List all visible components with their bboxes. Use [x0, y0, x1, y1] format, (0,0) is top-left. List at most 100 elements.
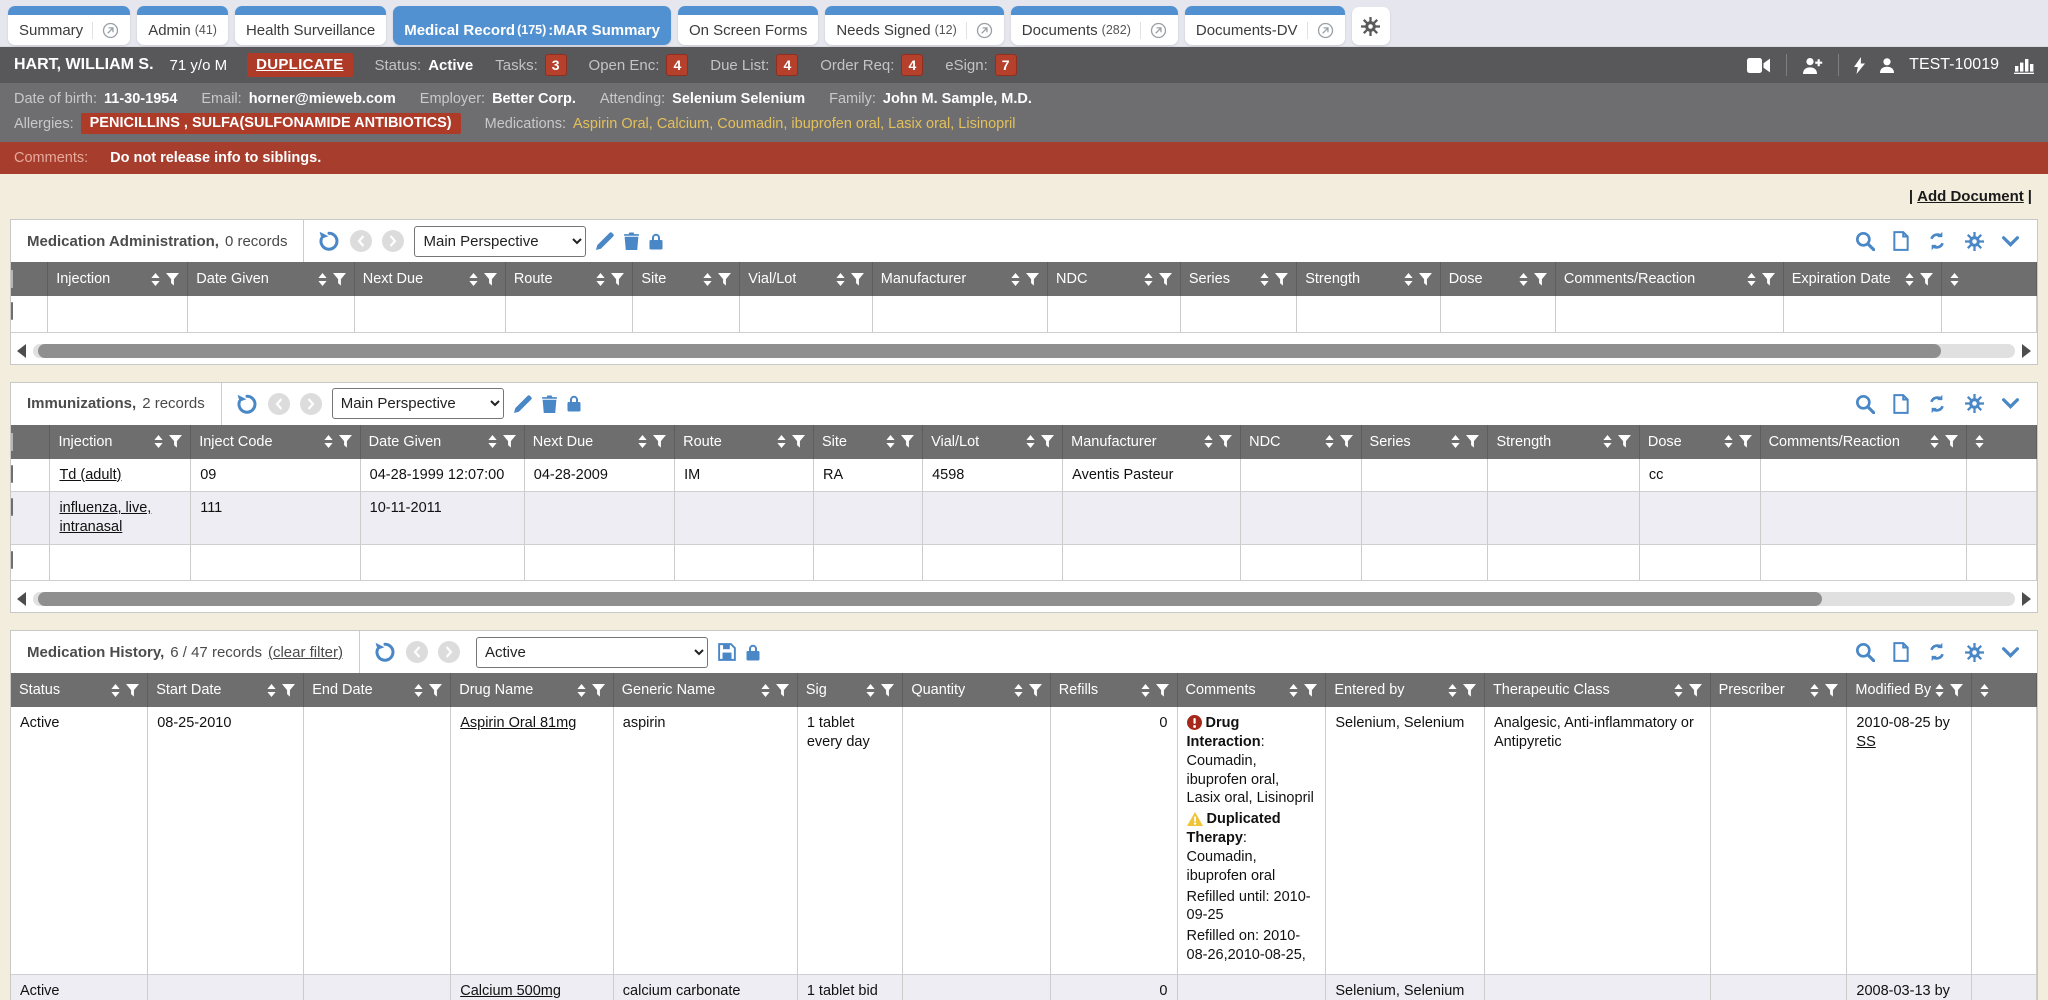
filter-icon[interactable] [1762, 273, 1775, 286]
filter-icon[interactable] [1689, 684, 1702, 697]
filter-icon[interactable] [282, 684, 295, 697]
column-header-refills[interactable]: Refills [1050, 673, 1177, 707]
row-checkbox[interactable] [11, 551, 13, 569]
prev-page-icon[interactable] [350, 230, 372, 252]
filter-icon[interactable] [333, 273, 346, 286]
sort-icon[interactable] [1603, 435, 1612, 448]
filter-icon[interactable] [1304, 684, 1317, 697]
column-header-date-given[interactable]: Date Given [360, 425, 524, 459]
email-value[interactable]: horner@mieweb.com [249, 91, 396, 107]
filter-icon[interactable] [429, 684, 442, 697]
video-camera-icon[interactable] [1747, 58, 1771, 73]
column-header-manufacturer[interactable]: Manufacturer [1063, 425, 1241, 459]
sort-icon[interactable] [1810, 684, 1819, 697]
column-header-dose[interactable]: Dose [1440, 262, 1555, 296]
gear-icon[interactable] [1965, 232, 1984, 251]
column-header-dose[interactable]: Dose [1639, 425, 1760, 459]
lock-icon[interactable] [649, 233, 663, 250]
column-header-vial-lot[interactable]: Vial/Lot [740, 262, 872, 296]
undo-icon[interactable] [236, 393, 258, 415]
filter-icon[interactable] [1275, 273, 1288, 286]
tab-needs-signed[interactable]: Needs Signed(12) [825, 6, 1003, 45]
medication-item[interactable]: ibuprofen oral [791, 116, 880, 132]
tab-admin[interactable]: Admin(41) [137, 6, 228, 45]
sort-icon[interactable] [488, 435, 497, 448]
column-header-ndc[interactable]: NDC [1241, 425, 1361, 459]
add-person-icon[interactable] [1802, 57, 1823, 74]
filter-icon[interactable] [1534, 273, 1547, 286]
tab-on-screen-forms[interactable]: On Screen Forms [678, 6, 818, 45]
filter-icon[interactable] [503, 435, 516, 448]
scroll-right-arrow[interactable] [2022, 344, 2031, 358]
collapse-chevron-icon[interactable] [2002, 647, 2019, 658]
filter-icon[interactable] [484, 273, 497, 286]
column-header-manufacturer[interactable]: Manufacturer [872, 262, 1047, 296]
column-header-generic-name[interactable]: Generic Name [613, 673, 797, 707]
filter-icon[interactable] [1825, 684, 1838, 697]
popup-window-icon[interactable] [92, 22, 119, 39]
add-document-link[interactable]: Add Document [1917, 188, 2024, 205]
tab-health-surveillance[interactable]: Health Surveillance [235, 6, 386, 45]
filter-icon[interactable] [126, 684, 139, 697]
scrollbar-track[interactable] [33, 592, 2015, 606]
column-header-status[interactable]: Status [11, 673, 148, 707]
sort-icon[interactable] [1724, 435, 1733, 448]
esign-count-badge[interactable]: 7 [995, 54, 1017, 76]
perspective-select[interactable]: Main Perspective [332, 388, 504, 419]
medication-item[interactable]: Coumadin [717, 116, 783, 132]
sort-icon[interactable] [1519, 273, 1528, 286]
popup-window-icon[interactable] [966, 22, 993, 39]
document-icon[interactable] [1893, 231, 1909, 251]
sort-icon[interactable] [777, 435, 786, 448]
collapse-chevron-icon[interactable] [2002, 398, 2019, 409]
filter-icon[interactable] [1920, 273, 1933, 286]
scrollbar-thumb[interactable] [38, 344, 1941, 358]
column-header-route[interactable]: Route [675, 425, 814, 459]
select-all-header[interactable] [11, 262, 48, 296]
filter-icon[interactable] [1618, 435, 1631, 448]
trash-icon[interactable] [542, 395, 557, 413]
column-header-site[interactable]: Site [813, 425, 922, 459]
column-header-injection[interactable]: Injection [48, 262, 188, 296]
gear-icon[interactable] [1965, 643, 1984, 662]
gear-icon[interactable] [1965, 394, 1984, 413]
injection-link[interactable]: influenza, live, intranasal [59, 500, 151, 535]
column-header-inject-code[interactable]: Inject Code [191, 425, 360, 459]
sort-icon[interactable] [151, 273, 160, 286]
save-floppy-icon[interactable] [718, 643, 736, 661]
due-list-count-badge[interactable]: 4 [776, 54, 798, 76]
order-req-count-badge[interactable]: 4 [901, 54, 923, 76]
collapse-chevron-icon[interactable] [2002, 236, 2019, 247]
filter-icon[interactable] [1041, 435, 1054, 448]
lock-icon[interactable] [567, 395, 581, 412]
scrollbar-thumb[interactable] [38, 592, 1822, 606]
medication-item[interactable]: Lasix oral [888, 116, 950, 132]
sort-icon[interactable] [836, 273, 845, 286]
filter-icon[interactable] [1026, 273, 1039, 286]
column-header-quantity[interactable]: Quantity [903, 673, 1050, 707]
row-checkbox[interactable] [11, 498, 13, 516]
document-icon[interactable] [1893, 642, 1909, 662]
sort-icon[interactable] [1930, 435, 1939, 448]
sort-icon[interactable] [1011, 273, 1020, 286]
tasks-count-badge[interactable]: 3 [545, 54, 567, 76]
undo-icon[interactable] [318, 230, 340, 252]
scroll-right-arrow[interactable] [2022, 592, 2031, 606]
column-header-route[interactable]: Route [505, 262, 633, 296]
drug-name-link[interactable]: Calcium 500mg [460, 983, 561, 999]
filter-icon[interactable] [1340, 435, 1353, 448]
lightning-icon[interactable] [1854, 57, 1865, 74]
modified-by-user-link[interactable]: SS [1856, 734, 1875, 750]
tab-documents-dv[interactable]: Documents-DV [1185, 6, 1345, 45]
scroll-left-arrow[interactable] [17, 592, 26, 606]
select-all-header[interactable] [11, 425, 50, 459]
document-icon[interactable] [1893, 394, 1909, 414]
column-header-series[interactable]: Series [1361, 425, 1488, 459]
filter-icon[interactable] [1156, 684, 1169, 697]
duplicate-badge[interactable]: DUPLICATE [247, 53, 352, 77]
sort-icon[interactable] [1026, 435, 1035, 448]
filter-icon[interactable] [1219, 435, 1232, 448]
filter-icon[interactable] [776, 684, 789, 697]
sort-icon[interactable] [267, 684, 276, 697]
column-header-site[interactable]: Site [633, 262, 740, 296]
